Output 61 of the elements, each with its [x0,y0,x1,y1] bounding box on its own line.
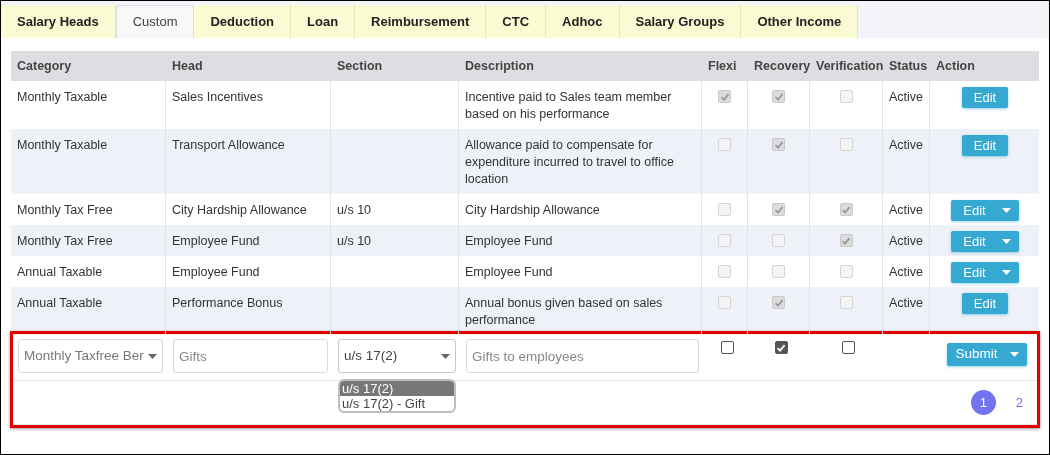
column-header: Description [465,58,534,73]
table-cell: Monthly Taxable [17,90,108,104]
table-cell: Employee Fund [172,234,260,248]
table-cell: Allowance paid to compensate for expenditure incurred to travel to office location [465,138,674,186]
table-cell: Employee Fund [465,265,553,279]
status-text: Active [889,203,924,217]
checkbox[interactable] [720,341,734,354]
caret-icon [1001,208,1011,213]
head-input[interactable]: Gifts [173,339,328,373]
dropdown-option[interactable]: u/s 17(2) [340,381,454,396]
status-text: Active [889,265,924,279]
page-link[interactable]: 1 [970,390,996,415]
column-header: Section [337,58,383,73]
table-cell: City Hardship Allowance [465,203,600,217]
caret-icon [441,353,450,359]
tab[interactable]: Loan [291,5,356,38]
table-cell: Employee Fund [465,234,553,248]
table-cell: u/s 10 [337,203,372,217]
status-text: Active [889,296,924,310]
category-select[interactable]: Monthly Taxfree Ber [18,339,163,373]
table-cell: Monthly Tax Free [17,203,113,217]
table-cell: Monthly Taxable [17,138,108,152]
tab[interactable]: CTC [486,5,547,38]
column-header: Category [17,58,72,73]
status-text: Active [889,138,924,152]
caret-icon [148,353,157,359]
tab[interactable]: Salary Heads [1,5,116,38]
tab[interactable]: Deduction [194,5,292,38]
table-cell: Performance Bonus [172,296,283,310]
tab[interactable]: Other Income [741,5,859,38]
tab[interactable]: Custom [115,5,195,38]
table-cell: City Hardship Allowance [172,203,307,217]
caret-icon [1001,239,1011,244]
dropdown-option[interactable]: u/s 17(2) - Gift [340,396,454,411]
table-cell: Transport Allowance [172,138,285,152]
table-cell: Incentive paid to Sales team member based on his performance [465,90,672,121]
column-header: Flexi [708,58,737,73]
section-select[interactable]: u/s 17(2) [338,339,456,373]
table-cell: Sales Incentives [172,90,264,104]
tab[interactable]: Adhoc [546,5,620,38]
column-header: Action [936,58,975,73]
page-link[interactable]: 2 [1015,392,1023,413]
column-header: Verification [816,58,884,73]
table-cell: Annual Taxable [17,265,103,279]
tab[interactable]: Reimbursement [355,5,487,38]
table-cell: Annual Taxable [17,296,103,310]
checkbox[interactable] [842,341,855,354]
checkbox[interactable] [774,341,788,354]
tab[interactable]: Salary Groups [619,5,742,38]
column-header: Status [889,58,928,73]
table-cell: Employee Fund [172,265,260,279]
description-input[interactable]: Gifts to employees [466,339,699,373]
status-text: Active [889,234,924,248]
table-cell: Monthly Tax Free [17,234,113,248]
caret-icon [1009,352,1019,357]
table-cell: Annual bonus given based on sales performance [465,296,663,327]
column-header: Head [172,58,203,73]
table-cell: u/s 10 [337,234,372,248]
column-header: Recovery [754,58,811,73]
status-text: Active [889,90,924,104]
caret-icon [1001,270,1011,275]
